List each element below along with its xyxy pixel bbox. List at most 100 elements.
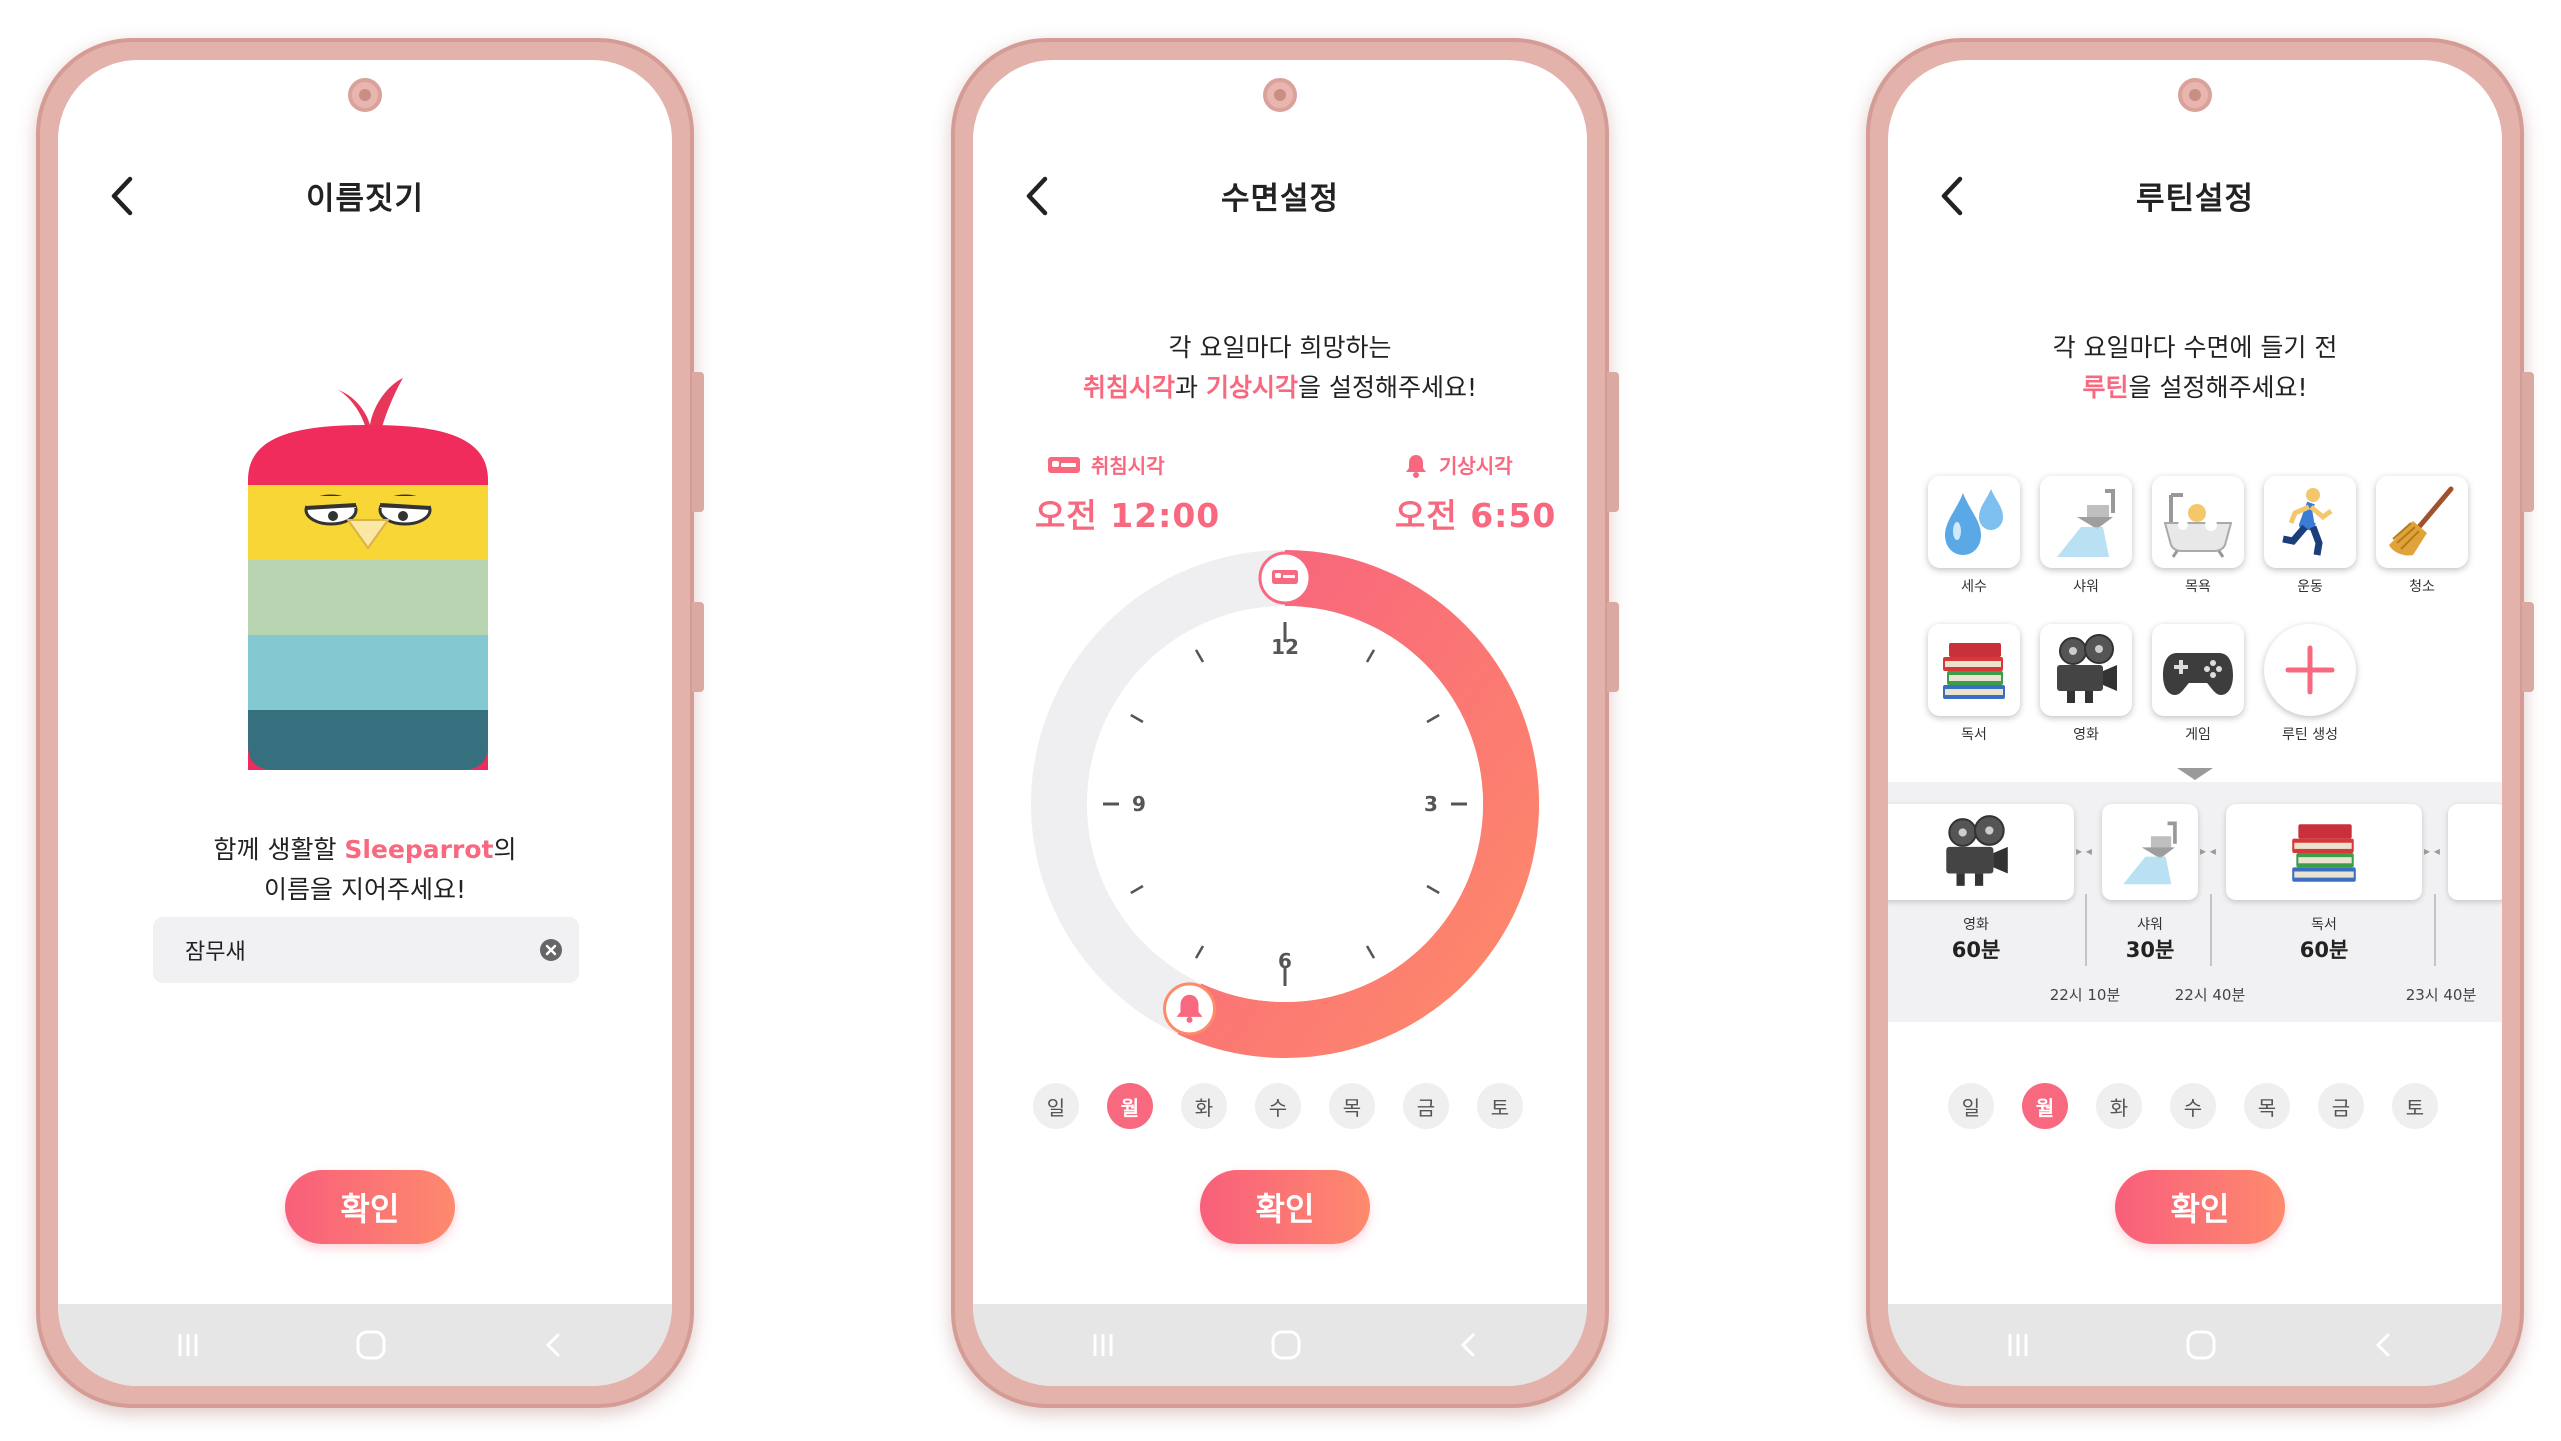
recent-apps-icon[interactable]	[1073, 1324, 1133, 1366]
tick-label-9: 9	[1132, 792, 1146, 816]
day-button[interactable]: 목	[1329, 1083, 1375, 1129]
timeline-divider	[2210, 894, 2212, 966]
back-nav-icon[interactable]	[1439, 1324, 1499, 1366]
bed-icon	[1048, 456, 1080, 473]
clear-icon[interactable]	[538, 937, 564, 963]
timeline-item-name: 샤워	[2137, 917, 2163, 933]
phone-sleep-setting: 수면설정 각 요일마다 희망하는 취침시각과 기상시각을 설정해주세요! 취침시…	[951, 38, 1619, 1408]
bedtime-value: 오전 12:00	[1035, 496, 1221, 535]
routine-tile-shower[interactable]	[2040, 476, 2132, 568]
timeline-item-duration: 60분	[2299, 938, 2349, 962]
wake-label: 기상시각	[1439, 454, 1513, 478]
header: 수면설정	[973, 165, 1587, 225]
wake-handle[interactable]	[1163, 982, 1217, 1036]
film-projector-icon	[2057, 634, 2117, 703]
screen: 이름짓기 함께 생활할 Sleeparrot의 이름을 지어주세요! 잠무새 확…	[58, 60, 672, 1386]
header: 이름짓기	[58, 165, 672, 225]
routine-label: 독서	[1961, 727, 1987, 743]
bedtime-handle[interactable]	[1258, 551, 1312, 605]
plus-icon	[2285, 645, 2335, 695]
routine-tile-exercise[interactable]	[2264, 476, 2356, 568]
routine-tile-cleaning[interactable]	[2376, 476, 2468, 568]
front-camera	[348, 78, 382, 112]
instruction-line-1: 각 요일마다 희망하는	[1168, 333, 1392, 362]
day-button[interactable]: 토	[1477, 1083, 1523, 1129]
wake-block[interactable]: 기상시각 오전 6:50	[1395, 450, 1587, 537]
home-icon[interactable]	[1256, 1324, 1316, 1366]
timeline-card-shower[interactable]	[2102, 804, 2198, 900]
bedtime-label: 취침시각	[1091, 454, 1165, 478]
power-button	[692, 602, 704, 692]
instruction-tail: 을 설정해주세요!	[2128, 373, 2308, 402]
day-button[interactable]: 수	[2170, 1083, 2216, 1129]
alarm-bell-icon	[1406, 454, 1426, 478]
shower-icon	[2057, 489, 2115, 557]
day-button[interactable]: 월	[2022, 1083, 2068, 1129]
instruction-line-1: 각 요일마다 수면에 들기 전	[2052, 333, 2338, 362]
front-camera	[2178, 78, 2212, 112]
day-button[interactable]: 수	[1255, 1083, 1301, 1129]
name-input[interactable]: 잠무새	[153, 917, 579, 983]
routine-label: 세수	[1961, 579, 1987, 595]
routine-label: 샤워	[2073, 579, 2099, 595]
prompt-line-2: 이름을 지어주세요!	[264, 875, 466, 904]
phone-naming: 이름짓기 함께 생활할 Sleeparrot의 이름을 지어주세요! 잠무새 확…	[36, 38, 704, 1408]
books-icon	[1943, 643, 2005, 699]
expand-chevron-icon[interactable]	[2177, 768, 2213, 780]
routine-timeline[interactable]: ▸ ◂ ▸ ◂ ▸ ◂ 영화 60분 샤워 30분 독서 60분 22시 10분…	[1888, 782, 2502, 1022]
day-button[interactable]: 금	[1403, 1083, 1449, 1129]
sleep-clock-dial[interactable]: 12 3 6 9	[1031, 550, 1539, 1058]
game-controller-icon	[2163, 653, 2233, 695]
system-nav-bar	[973, 1304, 1587, 1386]
home-icon[interactable]	[341, 1324, 401, 1366]
day-button[interactable]: 월	[1107, 1083, 1153, 1129]
timeline-card-movie[interactable]	[1888, 804, 2074, 900]
routine-word: 루틴	[2082, 373, 2129, 402]
routine-label: 운동	[2297, 579, 2323, 595]
day-button[interactable]: 토	[2392, 1083, 2438, 1129]
confirm-button[interactable]: 확인	[1200, 1170, 1370, 1244]
day-button[interactable]: 일	[1033, 1083, 1079, 1129]
weekday-selector: 일월화수목금토	[973, 1083, 1587, 1133]
recent-apps-icon[interactable]	[158, 1324, 218, 1366]
add-routine-button[interactable]	[2264, 624, 2356, 716]
broom-icon	[2389, 486, 2454, 556]
timeline-divider	[2434, 894, 2436, 966]
day-button[interactable]: 일	[1948, 1083, 1994, 1129]
running-icon	[2282, 488, 2333, 556]
system-nav-bar	[58, 1304, 672, 1386]
volume-button	[1607, 372, 1619, 512]
timeline-time: 22시 40분	[2174, 986, 2246, 1004]
timeline-card-reading[interactable]	[2226, 804, 2422, 900]
volume-button	[2522, 372, 2534, 512]
day-button[interactable]: 화	[1181, 1083, 1227, 1129]
timeline-card-next[interactable]	[2448, 804, 2502, 900]
day-button[interactable]: 화	[2096, 1083, 2142, 1129]
name-prompt: 함께 생활할 Sleeparrot의 이름을 지어주세요!	[58, 830, 672, 910]
tick-label-12: 12	[1271, 635, 1299, 659]
confirm-button[interactable]: 확인	[2115, 1170, 2285, 1244]
routine-label: 청소	[2409, 579, 2435, 595]
routine-label: 목욕	[2185, 579, 2211, 595]
page-title: 이름짓기	[305, 181, 425, 217]
timeline-connector-icon: ▸ ◂	[2424, 844, 2440, 858]
recent-apps-icon[interactable]	[1988, 1324, 2048, 1366]
routine-tile-reading[interactable]	[1928, 624, 2020, 716]
back-nav-icon[interactable]	[524, 1324, 584, 1366]
day-button[interactable]: 금	[2318, 1083, 2364, 1129]
back-nav-icon[interactable]	[2354, 1324, 2414, 1366]
routine-tile-bath[interactable]	[2152, 476, 2244, 568]
day-button[interactable]: 목	[2244, 1083, 2290, 1129]
confirm-button[interactable]: 확인	[285, 1170, 455, 1244]
system-nav-bar	[1888, 1304, 2502, 1386]
routine-tile-movie[interactable]	[2040, 624, 2132, 716]
header: 루틴설정	[1888, 165, 2502, 225]
bedtime-block[interactable]: 취침시각 오전 12:00	[1035, 450, 1295, 537]
tick-label-3: 3	[1424, 792, 1438, 816]
page-title: 수면설정	[1220, 181, 1340, 217]
brand-name: Sleeparrot	[344, 835, 494, 864]
home-icon[interactable]	[2171, 1324, 2231, 1366]
routine-tile-wash[interactable]	[1928, 476, 2020, 568]
conjunction: 과	[1175, 373, 1206, 402]
routine-tile-game[interactable]	[2152, 624, 2244, 716]
